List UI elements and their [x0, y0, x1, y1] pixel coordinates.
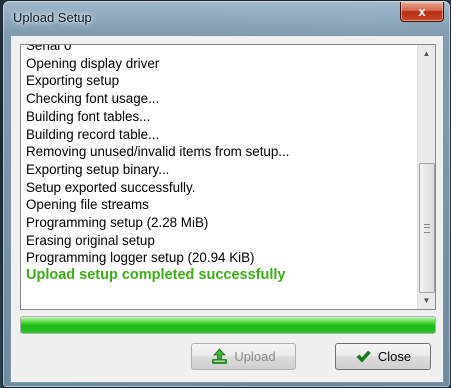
upload-setup-dialog: Upload Setup x Serial 0 Opening display d… — [2, 0, 451, 388]
log-line: Programming setup (2.28 MiB) — [26, 215, 209, 231]
log-line: Exporting setup — [26, 73, 120, 89]
scroll-down-arrow[interactable]: ▼ — [418, 292, 435, 309]
log-lines: Serial 0 Opening display driver Exporting … — [26, 44, 416, 285]
checkmark-icon — [355, 348, 372, 365]
window-close-button[interactable]: x — [400, 2, 444, 22]
log-line: Opening file streams — [26, 197, 149, 213]
log-line: Opening display driver — [26, 55, 160, 71]
log-line: Erasing original setup — [26, 232, 155, 248]
close-icon: x — [418, 4, 426, 19]
scroll-thumb[interactable] — [419, 163, 435, 293]
log-line: Building record table... — [26, 126, 160, 142]
log-line: Building font tables... — [26, 108, 151, 124]
close-button[interactable]: Close — [335, 343, 431, 370]
log-line: Checking font usage... — [26, 91, 160, 107]
log-line: Exporting setup binary... — [26, 161, 170, 177]
log-line: Serial 0 — [26, 44, 72, 53]
upload-button[interactable]: Upload — [191, 343, 296, 370]
grip-icon — [424, 224, 430, 233]
scroll-up-arrow[interactable]: ▲ — [418, 45, 435, 62]
progress-bar — [20, 316, 436, 334]
progress-fill — [21, 317, 435, 333]
title-bar[interactable]: Upload Setup x — [3, 1, 450, 35]
log-line: Programming logger setup (20.94 KiB) — [26, 250, 255, 266]
log-output[interactable]: Serial 0 Opening display driver Exporting … — [20, 44, 436, 310]
window-title: Upload Setup — [13, 10, 92, 25]
log-line: Removing unused/invalid items from setup… — [26, 144, 290, 160]
log-line: Setup exported successfully. — [26, 179, 196, 195]
upload-icon — [211, 348, 228, 365]
log-scrollbar[interactable]: ▲ ▼ — [417, 45, 435, 309]
dialog-body: Serial 0 Opening display driver Exporting … — [10, 35, 444, 383]
log-line-success: Upload setup completed successfully — [26, 267, 286, 284]
upload-button-label: Upload — [234, 349, 276, 364]
close-button-label: Close — [377, 349, 412, 364]
